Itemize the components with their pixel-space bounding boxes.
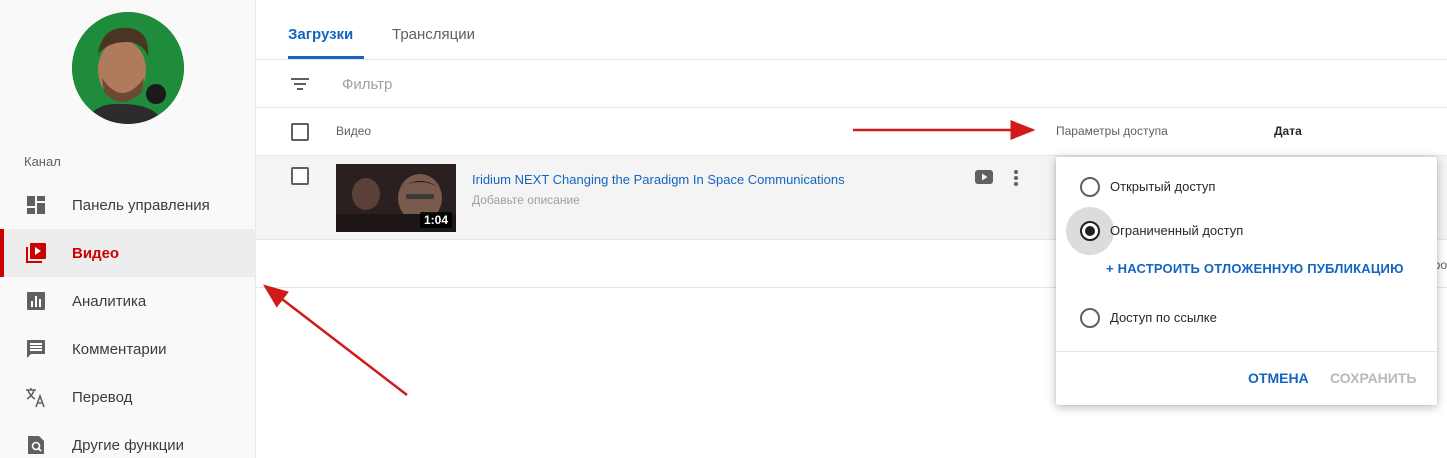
option-unlisted[interactable]: Доступ по ссылке xyxy=(1056,302,1437,334)
sidebar-item-analytics[interactable]: Аналитика xyxy=(0,277,256,325)
option-public[interactable]: Открытый доступ xyxy=(1056,171,1437,203)
translate-icon xyxy=(24,385,48,409)
video-title-link[interactable]: Iridium NEXT Changing the Paradigm In Sp… xyxy=(472,172,845,187)
more-options-icon[interactable] xyxy=(1010,168,1022,188)
sidebar-item-other-features[interactable]: Другие функции xyxy=(0,421,256,458)
cancel-button[interactable]: ОТМЕНА xyxy=(1248,370,1309,386)
sidebar-item-translation[interactable]: Перевод xyxy=(0,373,256,421)
channel-avatar[interactable] xyxy=(72,12,184,124)
section-label-channel: Канал xyxy=(24,154,61,169)
other-features-icon xyxy=(24,433,48,457)
column-header-video: Видео xyxy=(336,124,372,138)
sidebar-item-label: Панель управления xyxy=(72,196,210,214)
column-header-date[interactable]: Дата xyxy=(1274,124,1302,138)
radio-public[interactable] xyxy=(1080,177,1100,197)
popup-divider xyxy=(1056,351,1437,352)
analytics-icon xyxy=(24,289,48,313)
filter-icon[interactable] xyxy=(288,74,312,94)
comments-icon xyxy=(24,337,48,361)
save-button[interactable]: СОХРАНИТЬ xyxy=(1330,370,1416,386)
sidebar: Канал Панель управления Видео Аналитика … xyxy=(0,0,256,458)
row-checkbox[interactable] xyxy=(291,167,309,185)
table-header: Видео Параметры доступа Дата xyxy=(256,108,1447,156)
sidebar-item-comments[interactable]: Комментарии xyxy=(0,325,256,373)
select-all-checkbox[interactable] xyxy=(291,123,309,141)
option-label: Открытый доступ xyxy=(1110,179,1216,194)
sidebar-item-label: Комментарии xyxy=(72,340,167,358)
radio-private[interactable] xyxy=(1080,221,1100,241)
radio-unlisted[interactable] xyxy=(1080,308,1100,328)
video-description[interactable]: Добавьте описание xyxy=(472,193,580,207)
option-private[interactable]: Ограниченный доступ xyxy=(1056,207,1437,255)
tabs-bar: Загрузки Трансляции xyxy=(256,0,1447,60)
option-label: Ограниченный доступ xyxy=(1110,223,1244,238)
schedule-publication-link[interactable]: + НАСТРОИТЬ ОТЛОЖЕННУЮ ПУБЛИКАЦИЮ xyxy=(1106,261,1404,276)
sidebar-item-label: Перевод xyxy=(72,388,133,406)
video-library-icon xyxy=(24,241,48,265)
youtube-icon[interactable] xyxy=(975,170,993,184)
active-tab-indicator xyxy=(288,56,364,59)
option-label: Доступ по ссылке xyxy=(1110,310,1217,325)
sidebar-item-video[interactable]: Видео xyxy=(0,229,256,277)
tab-live[interactable]: Трансляции xyxy=(392,26,475,43)
sidebar-item-label: Аналитика xyxy=(72,292,147,310)
column-header-access[interactable]: Параметры доступа xyxy=(1056,124,1168,138)
dashboard-icon xyxy=(24,193,48,217)
sidebar-item-dashboard[interactable]: Панель управления xyxy=(0,181,256,229)
access-settings-popup: Открытый доступ Ограниченный доступ + НА… xyxy=(1056,157,1437,405)
avatar-image xyxy=(72,12,184,124)
filter-input[interactable] xyxy=(342,74,642,94)
sidebar-nav: Панель управления Видео Аналитика Коммен… xyxy=(0,181,256,458)
tab-uploads[interactable]: Загрузки xyxy=(288,26,353,43)
video-duration: 1:04 xyxy=(419,212,452,228)
sidebar-item-label: Видео xyxy=(72,244,120,262)
sidebar-item-label: Другие функции xyxy=(72,436,185,454)
filter-bar xyxy=(256,60,1447,108)
video-thumbnail[interactable]: 1:04 xyxy=(336,164,456,232)
